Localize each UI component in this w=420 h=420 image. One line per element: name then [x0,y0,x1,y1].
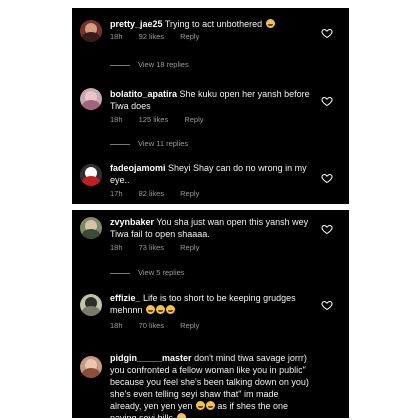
avatar[interactable] [80,20,102,42]
grinning-emoji-icon [166,305,176,314]
comment-text: effizie_ Life is too short to be keeping… [110,292,310,316]
username[interactable]: fadeojamomi [110,163,166,173]
reply-button[interactable]: Reply [180,243,199,252]
comment-meta: 18h 92 likes Reply [110,32,213,41]
comments-panel-bottom: zvynbaker You sha just wan open this yan… [72,210,349,418]
view-replies-button[interactable]: View 11 replies [110,139,188,148]
comment-item: zvynbaker You sha just wan open this yan… [72,210,349,282]
grinning-emoji-icon [146,305,156,314]
likes-count[interactable]: 125 likes [139,115,169,124]
comment-text: pidgin_____master don't mind tiwa savage… [110,352,310,418]
grinning-emoji-icon [195,401,205,410]
grinning-emoji-icon [176,413,186,418]
reply-button[interactable]: Reply [180,32,199,41]
reply-button[interactable]: Reply [184,115,203,124]
likes-count[interactable]: 73 likes [139,243,164,252]
reply-button[interactable]: Reply [180,321,199,330]
likes-count[interactable]: 70 likes [139,321,164,330]
likes-count[interactable]: 82 likes [139,189,164,198]
divider [110,64,130,66]
timestamp: 18h [110,321,123,330]
comment-text: pretty_jae25 Trying to act unbothered [110,18,310,30]
heart-outline-icon[interactable] [321,299,333,311]
timestamp: 18h [110,115,123,124]
comment-text: bolatito_apatira She kuku open her yansh… [110,88,310,112]
timestamp: 18h [110,32,123,41]
heart-outline-icon[interactable] [321,27,333,39]
timestamp: 17h [110,189,123,198]
avatar[interactable] [80,356,102,378]
divider [110,143,130,145]
comment-item: fadeojamomi Sheyi Shay can do no wrong i… [72,156,349,204]
grinning-sweat-emoji-icon [265,19,275,28]
avatar[interactable] [80,294,102,316]
comment-meta: 18h 70 likes Reply [110,321,213,330]
comment-text: zvynbaker You sha just wan open this yan… [110,216,310,240]
grinning-emoji-icon [205,401,215,410]
comments-panel-top: pretty_jae25 Trying to act unbothered 18… [72,8,349,204]
comment-meta: 18h 125 likes Reply [110,115,218,124]
username[interactable]: bolatito_apatira [110,89,177,99]
divider [110,272,130,274]
username[interactable]: zvynbaker [110,217,154,227]
likes-count[interactable]: 92 likes [139,32,164,41]
avatar[interactable] [80,164,102,186]
timestamp: 18h [110,243,123,252]
username[interactable]: pretty_jae25 [110,19,163,29]
comment-item: pidgin_____master don't mind tiwa savage… [72,348,349,418]
heart-outline-icon[interactable] [321,172,333,184]
view-replies-button[interactable]: View 5 replies [110,268,185,277]
username[interactable]: effizie_ [110,293,141,303]
reply-button[interactable]: Reply [180,189,199,198]
grinning-emoji-icon [156,305,166,314]
avatar[interactable] [80,88,102,110]
comment-meta: 17h 82 likes Reply [110,189,213,198]
comment-text: fadeojamomi Sheyi Shay can do no wrong i… [110,162,310,186]
heart-outline-icon[interactable] [321,223,333,235]
avatar[interactable] [80,217,102,239]
heart-outline-icon[interactable] [321,95,333,107]
comment-item: pretty_jae25 Trying to act unbothered 18… [72,8,349,78]
comment-body: Trying to act unbothered [164,19,263,29]
comment-item: bolatito_apatira She kuku open her yansh… [72,78,349,148]
view-replies-button[interactable]: View 18 replies [110,60,189,69]
comment-meta: 18h 73 likes Reply [110,243,213,252]
comment-item: effizie_ Life is too short to be keeping… [72,288,349,342]
username[interactable]: pidgin_____master [110,353,192,363]
